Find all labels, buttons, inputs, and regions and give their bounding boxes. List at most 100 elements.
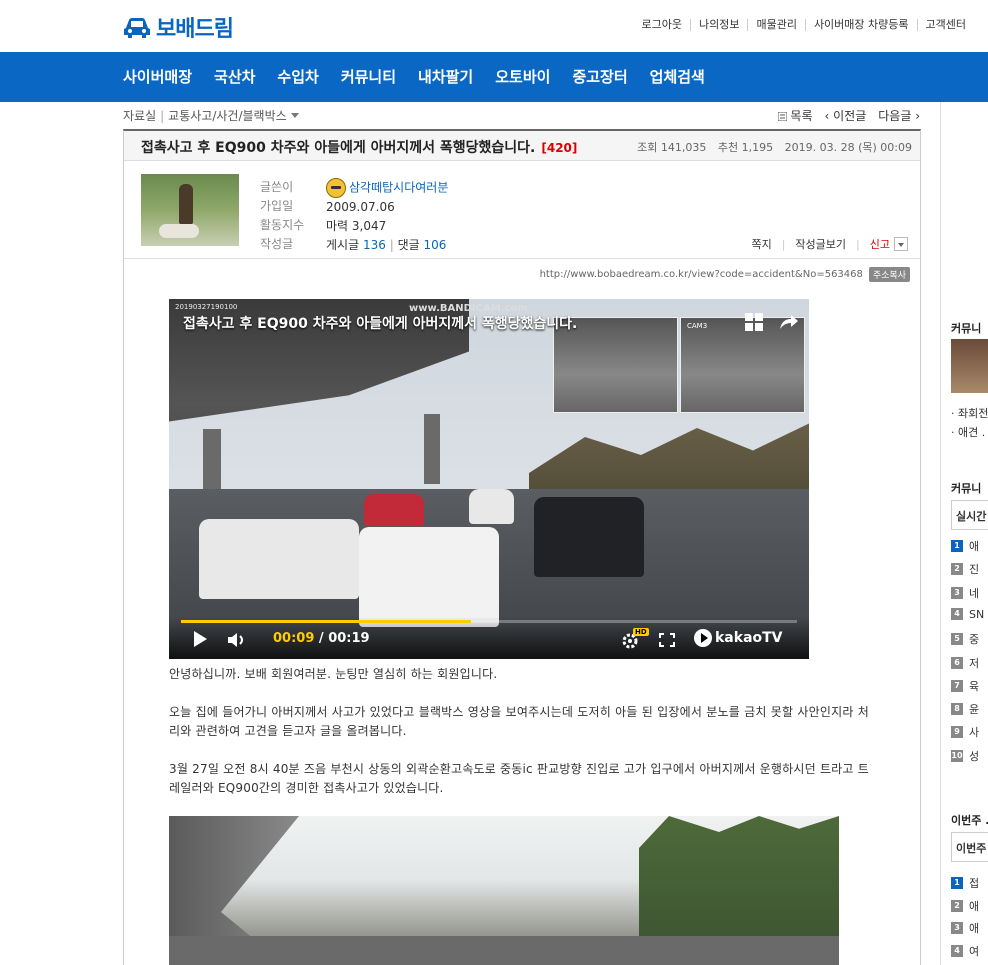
rank-title: 중: [969, 633, 980, 647]
nav-item-sell-car[interactable]: 내차팔기: [407, 52, 484, 102]
post-title-text: 접촉사고 후 EQ900 차주와 아들에게 아버지께서 폭행당했습니다.: [141, 140, 536, 156]
breadcrumb-root[interactable]: 자료실: [123, 107, 156, 124]
author-actions: 쪽지 | 작성글보기 | 신고: [751, 236, 908, 252]
sidebar-rank-item[interactable]: 5중: [951, 631, 979, 647]
post-pager: 목록 ‹ 이전글 다음글 ›: [777, 107, 920, 124]
prev-post-button[interactable]: ‹ 이전글: [825, 107, 867, 124]
listing-manage-link[interactable]: 매물관리: [747, 19, 804, 31]
sidebar-rank-item[interactable]: 1애: [951, 538, 979, 554]
breadcrumb-section[interactable]: 교통사고/사건/블랙박스: [168, 107, 287, 124]
sidebar-rank-item[interactable]: 1접: [951, 875, 979, 891]
kakao-tv-text: kakaoTV: [715, 630, 783, 646]
kakao-tv-logo[interactable]: kakaoTV: [694, 629, 783, 647]
sidebar-rank-item[interactable]: 3네: [951, 585, 979, 601]
replies-count[interactable]: 106: [423, 238, 446, 252]
sidebar-section-community-2: 커뮤니: [951, 482, 982, 495]
sidebar-rank-item[interactable]: 10 성: [951, 748, 979, 764]
video-progress-fill: [181, 620, 471, 623]
post-photo[interactable]: [169, 816, 839, 965]
volume-icon[interactable]: [227, 633, 249, 647]
rank-title: SN: [969, 607, 985, 621]
utility-links: 로그아웃 나의정보 매물관리 사이버매장 차량등록 고객센터: [633, 19, 974, 31]
next-post-button[interactable]: 다음글 ›: [878, 107, 920, 124]
video-current-time: 00:09: [273, 631, 315, 646]
breadcrumb-separator: |: [160, 108, 165, 123]
sidebar-rank-item[interactable]: 2애: [951, 898, 979, 914]
author-label: 글쓴이: [260, 180, 294, 194]
list-button[interactable]: 목록: [777, 107, 813, 124]
rank-title: 육: [969, 679, 980, 693]
nav-item-used-market[interactable]: 중고장터: [561, 52, 638, 102]
sidebar-rank-item[interactable]: 3애: [951, 920, 979, 936]
sidebar-rank-item[interactable]: 2진: [951, 561, 979, 577]
rank-number: 6: [951, 656, 963, 669]
rank-title: 접: [969, 877, 980, 890]
sidebar-link[interactable]: · 애견 .: [951, 424, 985, 440]
sidebar-thumbnail[interactable]: [951, 339, 988, 393]
share-icon[interactable]: [779, 313, 799, 331]
rank-number: 2: [951, 899, 963, 912]
chevron-down-icon[interactable]: [290, 113, 299, 118]
send-note-button[interactable]: 쪽지: [751, 236, 771, 252]
my-info-link[interactable]: 나의정보: [689, 19, 747, 31]
cyber-store-register-link[interactable]: 사이버매장 차량등록: [804, 19, 917, 31]
sidebar-link[interactable]: · 좌회전: [951, 405, 988, 421]
site-logo-text: 보배드림: [156, 17, 234, 42]
author-photo: [141, 174, 239, 246]
video-time: 00:09 / 00:19: [273, 631, 370, 646]
video-progress-bar[interactable]: [181, 620, 797, 623]
rank-number: 10: [951, 749, 963, 762]
logout-link[interactable]: 로그아웃: [633, 19, 689, 31]
view-count: 조회 141,035: [637, 141, 707, 154]
rank-number: 5: [951, 633, 963, 646]
site-logo[interactable]: 보배드림: [122, 11, 234, 43]
like-count: 추천 1,195: [717, 141, 774, 154]
customer-center-link[interactable]: 고객센터: [916, 19, 974, 31]
view-posts-button[interactable]: 작성글보기: [795, 236, 846, 252]
rank-title: 여: [969, 944, 980, 958]
report-button[interactable]: 신고: [870, 236, 890, 252]
copy-url-button[interactable]: 주소복사: [868, 267, 910, 282]
nav-item-cyber-store[interactable]: 사이버매장: [112, 52, 203, 102]
camera-insets: CAM3: [553, 317, 805, 413]
posts-count[interactable]: 136: [363, 238, 386, 252]
play-icon[interactable]: [194, 631, 207, 647]
list-icon: [777, 111, 788, 122]
comment-count[interactable]: [420]: [541, 141, 577, 155]
rank-number: 1: [951, 540, 963, 552]
author-name[interactable]: 삼각떼탑시다여러분: [349, 181, 448, 195]
body-paragraph: 3월 27일 오전 8시 40분 즈음 부천시 상동의 외곽순환고속도로 중동i…: [169, 762, 869, 795]
joined-label: 가입일: [260, 199, 294, 213]
kakao-play-icon: [694, 629, 712, 647]
post-url: http://www.bobaedream.co.kr/view?code=ac…: [539, 269, 863, 280]
rank-number: 4: [951, 944, 963, 957]
sidebar-rank-item[interactable]: 6저: [951, 655, 979, 671]
sidebar-rank-item[interactable]: 4여: [951, 943, 979, 959]
nav-item-domestic[interactable]: 국산차: [203, 52, 266, 102]
tab-weekly[interactable]: 이번주: [951, 832, 988, 862]
grid-icon[interactable]: [745, 313, 763, 331]
video-top-icons: [745, 313, 799, 331]
tab-realtime[interactable]: 실시간: [951, 500, 988, 530]
sidebar-rank-item[interactable]: 4 SN: [951, 608, 984, 621]
rank-title: 애: [969, 540, 980, 553]
nav-item-import[interactable]: 수입차: [266, 52, 329, 102]
rank-number: 7: [951, 679, 963, 692]
rank-number: 9: [951, 726, 963, 739]
camera-label: CAM3: [687, 322, 708, 330]
fullscreen-icon[interactable]: [659, 633, 675, 647]
report-dropdown-icon[interactable]: [894, 237, 908, 251]
author-name-row[interactable]: 삼각떼탑시다여러분: [326, 178, 448, 198]
sidebar-rank-item[interactable]: 7육: [951, 678, 979, 694]
nav-item-business-search[interactable]: 업체검색: [639, 52, 716, 102]
sidebar-rank-item[interactable]: 9사: [951, 724, 979, 740]
sidebar-section-weekly: 이번주 .: [951, 814, 988, 827]
video-player[interactable]: CAM3 20190327190100 www.BANDICAM.com 접촉사…: [169, 299, 809, 659]
sidebar-rank-item[interactable]: 8윤: [951, 701, 979, 717]
activity-label: 활동지수: [260, 218, 305, 232]
rank-number: 8: [951, 703, 963, 716]
nav-item-motorcycle[interactable]: 오토바이: [484, 52, 561, 102]
posts-label: 작성글: [260, 237, 294, 251]
post-meta: 조회 141,035 추천 1,195 2019. 03. 28 (목) 00:…: [629, 139, 912, 155]
nav-item-community[interactable]: 커뮤니티: [330, 52, 407, 102]
